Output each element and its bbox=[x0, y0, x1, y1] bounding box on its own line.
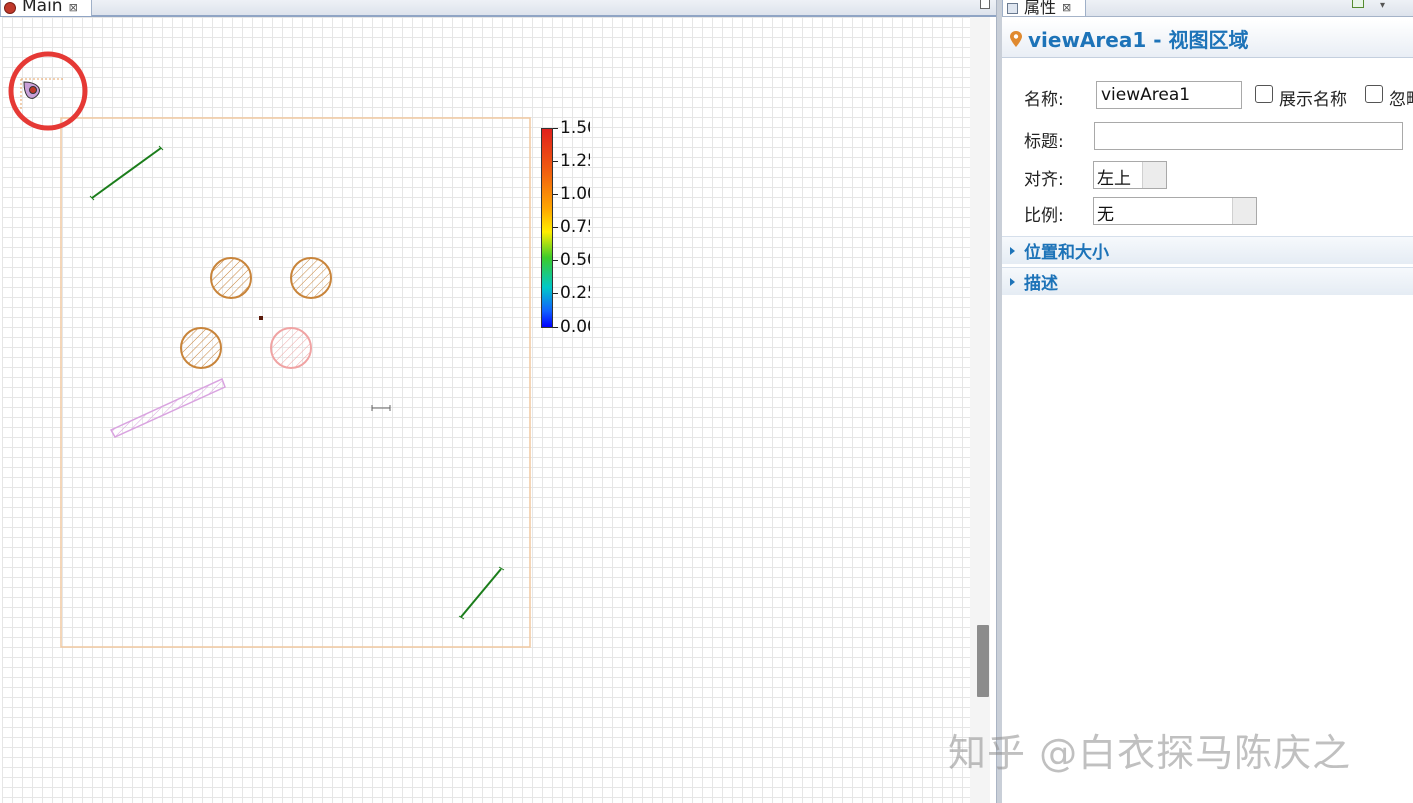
close-icon[interactable]: ⊠ bbox=[1062, 1, 1071, 14]
color-legend-bar bbox=[541, 128, 553, 328]
legend-tick bbox=[553, 227, 558, 228]
properties-header: viewArea1 - 视图区域 bbox=[1002, 20, 1413, 58]
scale-select[interactable]: 无 bbox=[1093, 197, 1257, 225]
tab-properties-label: 属性 bbox=[1024, 0, 1057, 17]
align-value: 左上 bbox=[1097, 169, 1131, 189]
legend-label: 0.75 bbox=[560, 218, 590, 236]
legend-label: 1.00 bbox=[560, 185, 590, 203]
node-circle-faded[interactable] bbox=[270, 327, 312, 369]
caption-field[interactable] bbox=[1094, 122, 1403, 150]
node-circle-2[interactable] bbox=[290, 257, 332, 299]
point-marker[interactable] bbox=[259, 316, 263, 320]
properties-panel: 属性 ⊠ ▾ viewArea1 - 视图区域 名称: 展示名称 忽略 标题: … bbox=[1002, 0, 1413, 803]
color-legend[interactable]: 1.50 1.25 1.00 0.75 0.50 0.25 0.00 bbox=[541, 119, 591, 336]
expand-triangle-icon bbox=[1010, 246, 1015, 255]
view-area-pin-icon bbox=[1010, 30, 1022, 47]
node-circle-1[interactable] bbox=[210, 257, 252, 299]
legend-tick bbox=[553, 260, 558, 261]
legend-tick bbox=[553, 128, 558, 129]
scale-label: 比例: bbox=[1024, 206, 1064, 226]
section-label: 描述 bbox=[1024, 274, 1058, 294]
legend-tick bbox=[553, 293, 558, 294]
section-description[interactable]: 描述 bbox=[1002, 267, 1413, 295]
legend-label: 1.25 bbox=[560, 152, 590, 170]
wall-bottom-right[interactable] bbox=[458, 566, 505, 620]
expand-triangle-icon bbox=[1010, 277, 1015, 286]
link-marker[interactable] bbox=[371, 405, 391, 411]
canvas-shapes bbox=[8, 51, 531, 648]
align-label: 对齐: bbox=[1024, 170, 1064, 190]
watermark: 知乎 @白衣探马陈庆之 bbox=[948, 731, 1352, 775]
legend-tick bbox=[553, 161, 558, 162]
properties-icon bbox=[1007, 2, 1018, 14]
legend-label: 0.00 bbox=[560, 318, 590, 336]
show-name-checkbox[interactable] bbox=[1255, 85, 1273, 103]
ignore-label: 忽略 bbox=[1389, 90, 1413, 110]
node-circle-3[interactable] bbox=[180, 327, 222, 369]
dropdown-icon[interactable] bbox=[1142, 162, 1166, 188]
name-field[interactable] bbox=[1096, 81, 1242, 109]
editor-pane: Main ⊠ 1.5 1.2 1.0 0.7 0.5 0.2 0.0 bbox=[0, 0, 998, 803]
legend-tick bbox=[553, 327, 558, 328]
name-label: 名称: bbox=[1024, 90, 1064, 110]
scale-value: 无 bbox=[1097, 205, 1114, 225]
view-menu-icon[interactable]: ▾ bbox=[1380, 0, 1385, 11]
legend-label: 1.50 bbox=[560, 119, 590, 137]
legend-label: 0.50 bbox=[560, 251, 590, 269]
dropdown-icon[interactable] bbox=[1232, 198, 1256, 224]
show-name-label: 展示名称 bbox=[1279, 90, 1347, 110]
legend-tick bbox=[553, 194, 558, 195]
tab-properties[interactable]: 属性 ⊠ bbox=[1002, 0, 1086, 17]
legend-label: 0.25 bbox=[560, 284, 590, 302]
page-title: viewArea1 - 视图区域 bbox=[1028, 28, 1249, 52]
align-select[interactable]: 左上 bbox=[1093, 161, 1167, 189]
selection-ring bbox=[8, 51, 88, 131]
view-area-pin-icon[interactable] bbox=[23, 81, 40, 99]
properties-tab-bar: 属性 ⊠ ▾ bbox=[1002, 0, 1413, 17]
edit-icon[interactable] bbox=[1352, 0, 1364, 8]
view-area-frame[interactable] bbox=[60, 117, 531, 648]
ignore-checkbox[interactable] bbox=[1365, 85, 1383, 103]
section-label: 位置和大小 bbox=[1024, 243, 1109, 263]
wall-top-left[interactable] bbox=[89, 145, 164, 201]
conveyor-rect[interactable] bbox=[109, 377, 226, 438]
caption-label: 标题: bbox=[1024, 132, 1064, 152]
section-position-size[interactable]: 位置和大小 bbox=[1002, 236, 1413, 264]
